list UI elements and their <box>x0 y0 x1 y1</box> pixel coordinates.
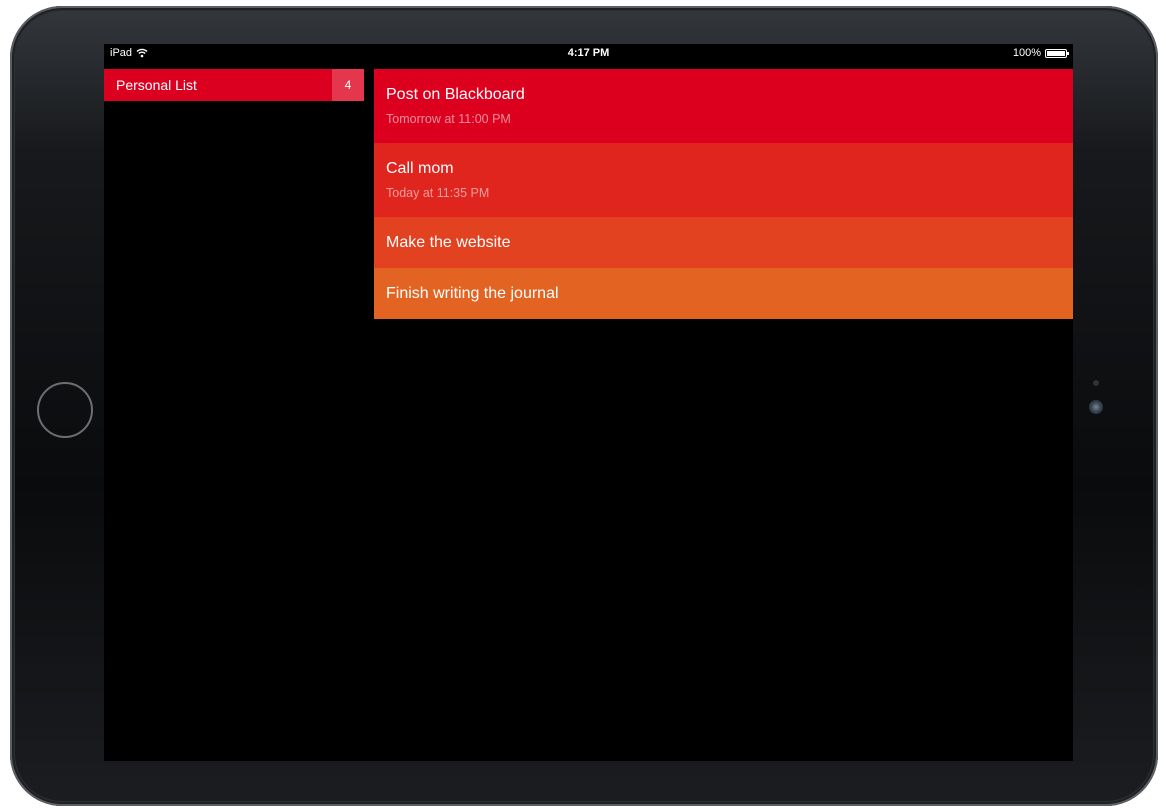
status-right: 100% <box>1012 47 1069 59</box>
task-list: Post on Blackboard Tomorrow at 11:00 PM … <box>374 69 1073 319</box>
screen: iPad 4:17 PM 100% Personal List 4 Post o… <box>104 44 1073 761</box>
battery-fill <box>1047 50 1065 56</box>
list-count-badge: 4 <box>332 69 364 101</box>
task-title: Call mom <box>386 160 454 177</box>
battery-icon <box>1045 48 1069 58</box>
light-sensor <box>1093 380 1099 386</box>
home-button[interactable] <box>37 382 93 438</box>
task-item[interactable]: Make the website <box>374 217 1073 268</box>
sidebar-item-personal-list[interactable]: Personal List 4 <box>104 69 364 101</box>
ipad-frame: iPad 4:17 PM 100% Personal List 4 Post o… <box>10 6 1158 806</box>
list-name: Personal List <box>116 77 197 93</box>
battery-percent: 100% <box>1012 47 1041 59</box>
task-title: Make the website <box>386 234 511 251</box>
status-time: 4:17 PM <box>567 47 610 59</box>
task-item[interactable]: Post on Blackboard Tomorrow at 11:00 PM <box>374 69 1073 143</box>
task-due-date: Tomorrow at 11:00 PM <box>386 112 511 126</box>
task-item[interactable]: Finish writing the journal <box>374 268 1073 319</box>
task-due-date: Today at 11:35 PM <box>386 186 490 200</box>
task-title: Post on Blackboard <box>386 86 525 103</box>
status-bar: iPad 4:17 PM 100% <box>104 44 1073 64</box>
sidebar: Personal List 4 <box>104 69 364 101</box>
task-title: Finish writing the journal <box>386 285 559 302</box>
camera-icon <box>1089 400 1103 414</box>
task-item[interactable]: Call mom Today at 11:35 PM <box>374 143 1073 217</box>
